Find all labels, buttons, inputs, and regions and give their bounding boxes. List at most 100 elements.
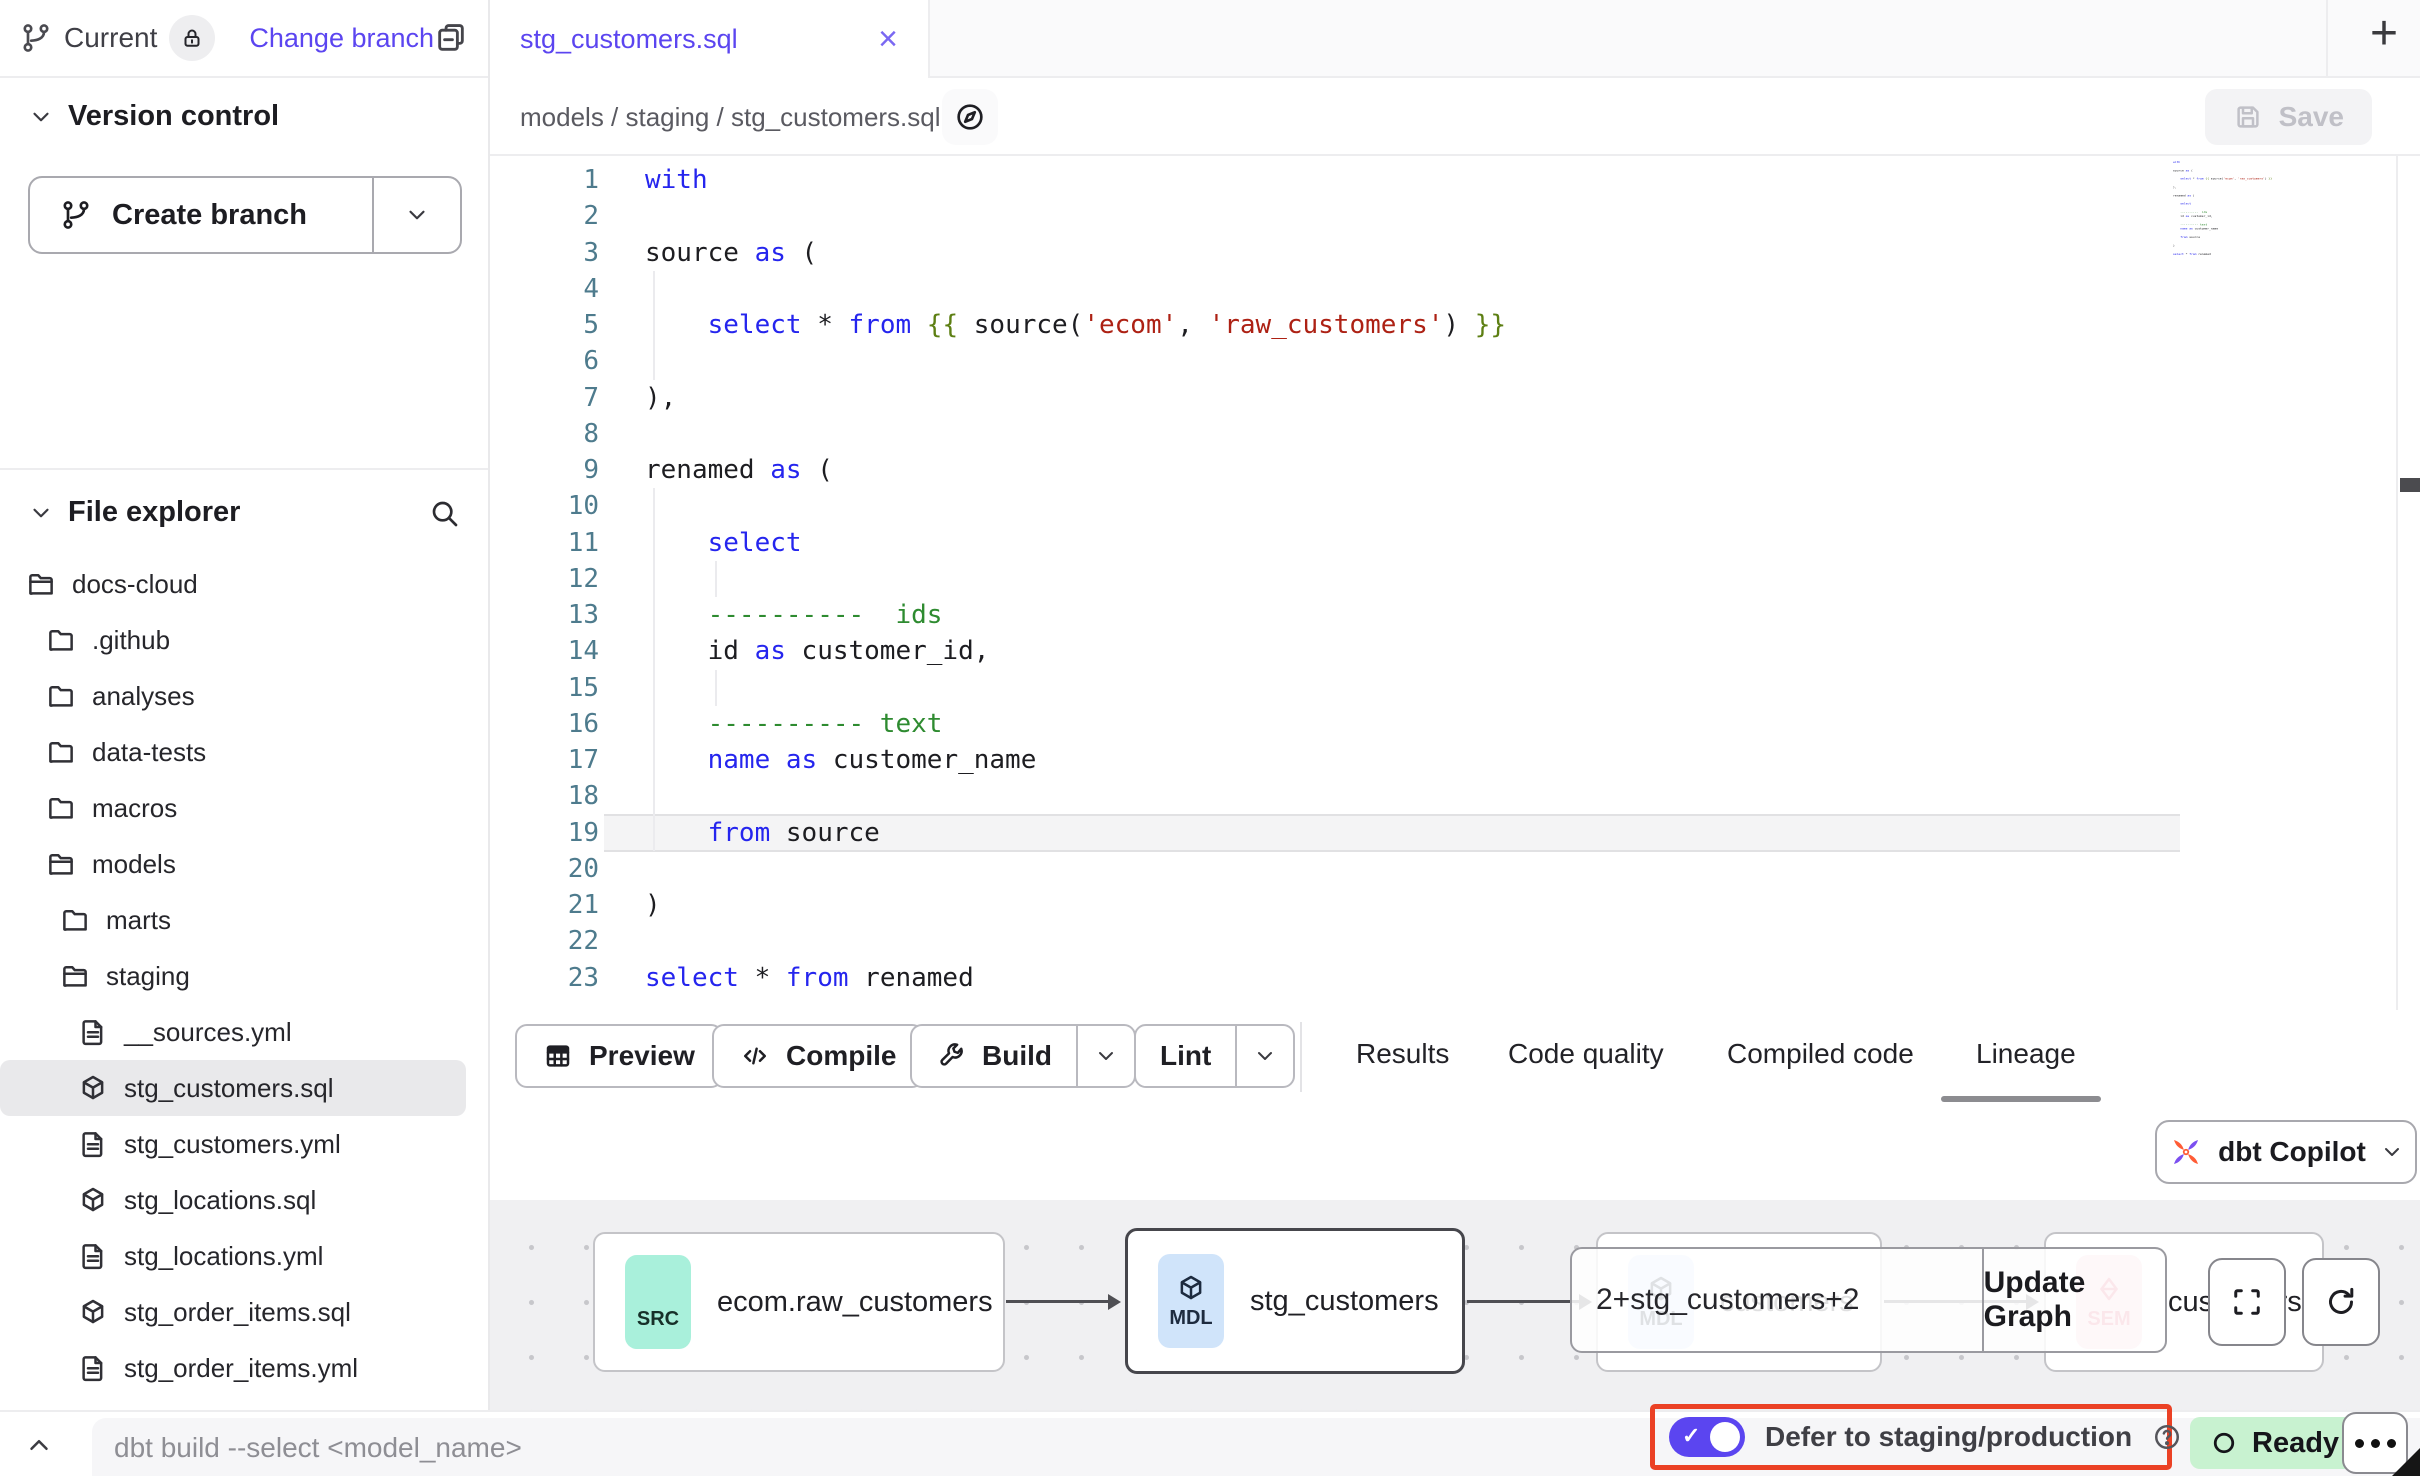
table-icon <box>543 1041 573 1071</box>
code-line[interactable]: 17 name as customer_name <box>490 742 2420 778</box>
folder-icon <box>46 681 76 711</box>
compile-button[interactable]: Compile <box>712 1024 924 1088</box>
results-panel: Preview Compile Build Lint Re <box>490 1010 2420 1200</box>
code-line[interactable]: 18 <box>490 778 2420 814</box>
build-main[interactable]: Build <box>912 1026 1076 1086</box>
line-number: 12 <box>490 561 645 597</box>
file-name: stg_locations.yml <box>124 1241 323 1272</box>
code-line[interactable]: 4 <box>490 271 2420 307</box>
code-line[interactable]: 1with <box>490 162 2420 198</box>
preview-label: Preview <box>589 1040 695 1072</box>
file-tree-item[interactable]: stg_locations.yml <box>0 1228 488 1284</box>
build-dropdown[interactable] <box>1078 1026 1134 1086</box>
dbt-copilot-button[interactable]: dbt Copilot <box>2155 1120 2417 1184</box>
update-graph-button[interactable]: Update Graph <box>1984 1249 2165 1351</box>
database-icon <box>643 1274 673 1304</box>
code-line[interactable]: 23select * from renamed <box>490 960 2420 996</box>
save-button[interactable]: Save <box>2205 89 2372 145</box>
create-branch-main[interactable]: Create branch <box>30 178 372 252</box>
code-line[interactable]: 21) <box>490 887 2420 923</box>
status-ready-badge: Ready <box>2190 1417 2359 1469</box>
scrollbar-thumb[interactable] <box>2400 478 2420 492</box>
file-name: staging <box>106 961 190 992</box>
close-tab-icon[interactable]: × <box>878 22 898 56</box>
file-name: __sources.yml <box>124 1017 292 1048</box>
line-number: 13 <box>490 597 645 633</box>
file-icon <box>78 1017 108 1047</box>
code-line[interactable]: 6 <box>490 343 2420 379</box>
build-button[interactable]: Build <box>910 1024 1136 1088</box>
copy-icon[interactable] <box>434 21 468 55</box>
code-line[interactable]: 10 <box>490 488 2420 524</box>
file-tree-item[interactable]: stg_order_items.sql <box>0 1284 488 1340</box>
file-explorer-header[interactable]: File explorer <box>28 496 460 529</box>
file-tree-item[interactable]: stg_customers.yml <box>0 1116 488 1172</box>
tab-compiled-code[interactable]: Compiled code <box>1727 1038 1914 1070</box>
code-line[interactable]: 12 <box>490 561 2420 597</box>
create-branch-button[interactable]: Create branch <box>28 176 462 254</box>
tab-results[interactable]: Results <box>1356 1038 1449 1070</box>
file-name: stg_customers.sql <box>124 1073 334 1104</box>
build-label: Build <box>982 1040 1052 1072</box>
line-number: 1 <box>490 162 645 198</box>
file-tree-item[interactable]: macros <box>0 780 488 836</box>
lineage-node-stg-customers[interactable]: MDL stg_customers <box>1125 1228 1465 1374</box>
code-line[interactable]: 22 <box>490 923 2420 959</box>
code-line[interactable]: 2 <box>490 198 2420 234</box>
lint-dropdown[interactable] <box>1237 1026 1293 1086</box>
code-line[interactable]: 11 select <box>490 525 2420 561</box>
file-tree-item[interactable]: __sources.yml <box>0 1004 488 1060</box>
refresh-icon <box>2323 1284 2359 1320</box>
code-line[interactable]: 16 ---------- text <box>490 706 2420 742</box>
file-name: docs-cloud <box>72 569 198 600</box>
minimap[interactable]: withsource as ( select * from {{ source(… <box>2173 160 2295 264</box>
help-icon[interactable] <box>2152 1422 2182 1452</box>
current-branch-label: Current <box>64 22 157 54</box>
version-control-header[interactable]: Version control <box>28 100 279 133</box>
line-number: 11 <box>490 525 645 561</box>
defer-toggle[interactable]: ✓ <box>1669 1417 1745 1457</box>
file-tree-item[interactable]: stg_order_items.yml <box>0 1340 488 1396</box>
file-tree-item[interactable]: .github <box>0 612 488 668</box>
chevron-up-icon[interactable] <box>24 1430 54 1460</box>
code-editor[interactable]: 1with23source as (45 select * from {{ so… <box>490 156 2420 1010</box>
lint-main[interactable]: Lint <box>1136 1026 1235 1086</box>
code-line[interactable]: 8 <box>490 416 2420 452</box>
file-tree-item[interactable]: analyses <box>0 668 488 724</box>
tab-stg-customers-sql[interactable]: stg_customers.sql × <box>490 0 930 78</box>
change-branch-link[interactable]: Change branch <box>249 23 434 54</box>
code-line[interactable]: 15 <box>490 670 2420 706</box>
create-branch-dropdown[interactable] <box>374 178 460 252</box>
file-icon <box>78 1353 108 1383</box>
file-tree-item[interactable]: docs-cloud <box>0 556 488 612</box>
minimap-content: withsource as ( select * from {{ source(… <box>2173 160 2295 256</box>
code-line[interactable]: 14 id as customer_id, <box>490 633 2420 669</box>
code-line[interactable]: 5 select * from {{ source('ecom', 'raw_c… <box>490 307 2420 343</box>
code-line[interactable]: 20 <box>490 851 2420 887</box>
fullscreen-button[interactable] <box>2208 1258 2286 1346</box>
file-tree-item[interactable]: marts <box>0 892 488 948</box>
refresh-button[interactable] <box>2302 1258 2380 1346</box>
lineage-selector-input[interactable] <box>1572 1249 1982 1351</box>
lineage-graph[interactable]: SRC ecom.raw_customers MDL stg_customers… <box>490 1200 2420 1410</box>
new-tab-button[interactable]: + <box>2370 6 2398 61</box>
code-line[interactable]: 3source as ( <box>490 235 2420 271</box>
lint-button[interactable]: Lint <box>1134 1024 1295 1088</box>
preview-button[interactable]: Preview <box>515 1024 723 1088</box>
code-line[interactable]: select * from renamed <box>2173 252 2295 256</box>
search-icon[interactable] <box>428 497 460 529</box>
lineage-node-source[interactable]: SRC ecom.raw_customers <box>593 1232 1005 1372</box>
code-line[interactable]: 19 from source <box>490 815 2420 851</box>
file-tree-item[interactable]: stg_customers.sql <box>0 1060 466 1116</box>
folder-open-icon <box>60 961 90 991</box>
copilot-compass-button[interactable] <box>942 89 998 145</box>
file-tree-item[interactable]: models <box>0 836 488 892</box>
code-line[interactable]: 9renamed as ( <box>490 452 2420 488</box>
file-tree-item[interactable]: data-tests <box>0 724 488 780</box>
code-line[interactable]: 13 ---------- ids <box>490 597 2420 633</box>
code-line[interactable]: 7), <box>490 380 2420 416</box>
tab-code-quality[interactable]: Code quality <box>1508 1038 1664 1070</box>
tab-lineage[interactable]: Lineage <box>1976 1038 2076 1070</box>
file-tree-item[interactable]: staging <box>0 948 488 1004</box>
file-tree-item[interactable]: stg_locations.sql <box>0 1172 488 1228</box>
